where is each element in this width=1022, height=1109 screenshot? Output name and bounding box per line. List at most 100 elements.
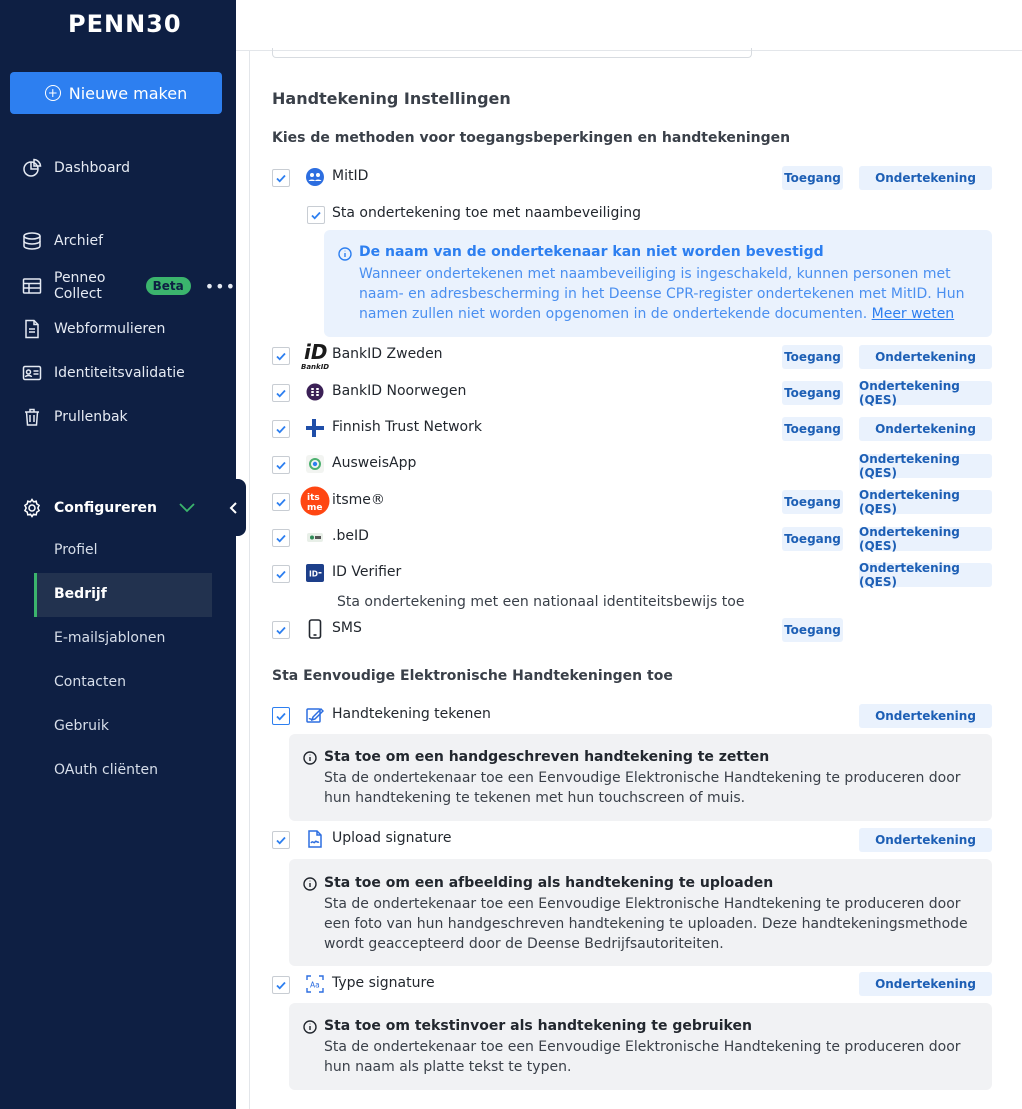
- check-icon: [276, 461, 286, 470]
- id-verifier-checkbox[interactable]: [272, 565, 290, 583]
- method-label: Handtekening tekenen: [332, 706, 491, 722]
- check-icon: [276, 425, 286, 434]
- method-label: .beID: [332, 528, 369, 544]
- check-icon: [311, 211, 321, 220]
- sidebar-sub-profiel[interactable]: Profiel: [54, 542, 98, 558]
- ondertekening-pill[interactable]: Ondertekening (QES): [859, 452, 992, 480]
- ftn-checkbox[interactable]: [272, 420, 290, 438]
- sidebar-item-label: Prullenbak: [54, 409, 128, 425]
- mitid-checkbox[interactable]: [272, 169, 290, 187]
- method-label: BankID Zweden: [332, 346, 443, 362]
- ondertekening-pill[interactable]: Ondertekening: [859, 345, 992, 369]
- check-icon: [276, 498, 286, 507]
- method-label: MitID: [332, 168, 369, 184]
- type-text-icon: Aa: [305, 974, 325, 994]
- beid-checkbox[interactable]: [272, 529, 290, 547]
- info-icon: [338, 247, 352, 261]
- ses-heading: Sta Eenvoudige Elektronische Handtekenin…: [272, 668, 673, 684]
- ondertekening-pill[interactable]: Ondertekening (QES): [859, 488, 992, 516]
- table-icon: [22, 278, 42, 294]
- sidebar-item-penneo-collect[interactable]: Penneo Collect Beta •••: [22, 270, 236, 302]
- ondertekening-pill[interactable]: Ondertekening: [859, 417, 992, 441]
- ausweisapp-icon: [305, 454, 325, 474]
- phone-icon: [305, 619, 325, 639]
- ondertekening-pill[interactable]: Ondertekening: [859, 828, 992, 852]
- learn-more-link[interactable]: Meer weten: [872, 306, 955, 322]
- draw-signature-checkbox[interactable]: [272, 707, 290, 725]
- toegang-pill[interactable]: Toegang: [782, 417, 843, 441]
- type-signature-checkbox[interactable]: [272, 976, 290, 994]
- more-options-icon[interactable]: •••: [205, 277, 236, 296]
- archive-icon: [23, 232, 41, 250]
- ondertekening-pill[interactable]: Ondertekening: [859, 972, 992, 996]
- upload-signature-checkbox[interactable]: [272, 831, 290, 849]
- sidebar-sub-gebruik[interactable]: Gebruik: [54, 718, 109, 734]
- info-title: Sta toe om een handgeschreven handtekeni…: [324, 749, 770, 765]
- sidebar-item-label: Configureren: [54, 500, 157, 516]
- check-icon: [276, 712, 286, 721]
- info-title: Sta toe om tekstinvoer als handtekening …: [324, 1018, 752, 1034]
- toegang-pill[interactable]: Toegang: [782, 527, 843, 551]
- collapse-sidebar-button[interactable]: [222, 479, 246, 536]
- sidebar-item-prullenbak[interactable]: Prullenbak: [22, 405, 128, 429]
- sidebar-sub-emailsjablonen[interactable]: E-mailsjablonen: [54, 630, 165, 646]
- check-icon: [276, 626, 286, 635]
- ondertekening-pill[interactable]: Ondertekening (QES): [859, 379, 992, 407]
- check-icon: [276, 534, 286, 543]
- info-text: Sta de ondertekenaar toe een Eenvoudige …: [324, 770, 961, 806]
- sidebar-sub-oauth[interactable]: OAuth cliënten: [54, 762, 158, 778]
- toegang-pill[interactable]: Toegang: [782, 490, 843, 514]
- info-text: Sta de ondertekenaar toe een Eenvoudige …: [324, 896, 968, 952]
- sms-checkbox[interactable]: [272, 621, 290, 639]
- check-icon: [276, 352, 286, 361]
- upload-image-icon: [305, 829, 325, 849]
- sidebar-item-dashboard[interactable]: Dashboard: [22, 156, 130, 180]
- id-card-icon: [22, 365, 42, 381]
- svg-text:ID: ID: [309, 570, 318, 579]
- draw-signature-info: Sta toe om een handgeschreven handtekeni…: [289, 734, 992, 821]
- sidebar-sub-contacten[interactable]: Contacten: [54, 674, 126, 690]
- sidebar-item-archief[interactable]: Archief: [22, 229, 103, 253]
- check-icon: [276, 981, 286, 990]
- name-protection-checkbox[interactable]: [307, 206, 325, 224]
- itsme-checkbox[interactable]: [272, 493, 290, 511]
- bankid-se-icon: iD BankID: [300, 339, 332, 371]
- sidebar-sub-bedrijf[interactable]: Bedrijf: [54, 586, 107, 602]
- toegang-pill[interactable]: Toegang: [782, 618, 843, 642]
- ondertekening-pill[interactable]: Ondertekening (QES): [859, 561, 992, 589]
- method-label: BankID Noorwegen: [332, 383, 467, 399]
- id-verifier-icon: ID: [305, 563, 325, 583]
- ondertekening-pill[interactable]: Ondertekening: [859, 166, 992, 190]
- toegang-pill[interactable]: Toegang: [782, 166, 843, 190]
- ondertekening-pill[interactable]: Ondertekening (QES): [859, 525, 992, 553]
- top-bar: [236, 0, 1022, 51]
- info-text: Sta de ondertekenaar toe een Eenvoudige …: [324, 1039, 961, 1075]
- ausweisapp-checkbox[interactable]: [272, 456, 290, 474]
- itsme-icon: its me: [300, 486, 330, 516]
- chevron-down-icon[interactable]: [178, 500, 196, 514]
- text-field-partial[interactable]: [272, 48, 752, 58]
- sidebar-item-identiteitsvalidatie[interactable]: Identiteitsvalidatie: [22, 361, 185, 385]
- info-icon: [303, 877, 317, 891]
- check-icon: [276, 836, 286, 845]
- bankid-no-icon: [305, 382, 325, 402]
- section-title: Handtekening Instellingen: [272, 89, 511, 108]
- document-icon: [25, 319, 39, 339]
- sidebar-item-webformulieren[interactable]: Webformulieren: [22, 317, 165, 341]
- upload-signature-info: Sta toe om een afbeelding als handtekeni…: [289, 859, 992, 966]
- plus-circle-icon: +: [44, 85, 61, 101]
- toegang-pill[interactable]: Toegang: [782, 345, 843, 369]
- svg-text:me: me: [307, 503, 322, 513]
- panel-border: [249, 51, 250, 1109]
- method-label: SMS: [332, 620, 362, 636]
- sidebar-item-label: Webformulieren: [54, 321, 166, 337]
- bankid-se-checkbox[interactable]: [272, 347, 290, 365]
- type-signature-info: Sta toe om tekstinvoer als handtekening …: [289, 1003, 992, 1090]
- toegang-pill[interactable]: Toegang: [782, 381, 843, 405]
- method-label: Finnish Trust Network: [332, 419, 482, 435]
- sidebar-item-configureren[interactable]: Configureren: [22, 496, 157, 520]
- bankid-no-checkbox[interactable]: [272, 384, 290, 402]
- new-button[interactable]: + Nieuwe maken: [10, 72, 222, 114]
- ondertekening-pill[interactable]: Ondertekening: [859, 704, 992, 728]
- penneo-logo[interactable]: PENN30: [68, 10, 182, 38]
